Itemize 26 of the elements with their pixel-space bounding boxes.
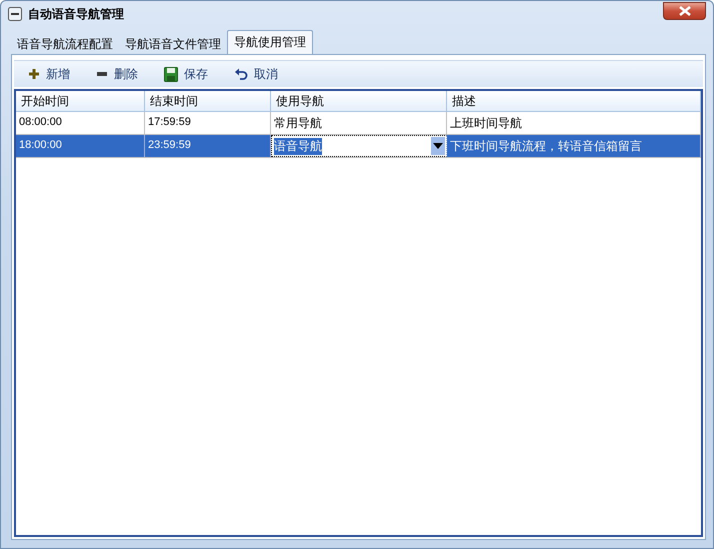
table-cell: 上班时间导航 [447,112,701,134]
save-button[interactable]: 保存 [156,63,222,85]
column-header[interactable]: 结束时间 [145,91,271,111]
table-cell: 18:00:00 [16,135,145,157]
dropdown-field[interactable]: 语音导航 [271,135,447,157]
column-header[interactable]: 开始时间 [16,91,145,111]
add-button[interactable]: 新增 [20,63,84,85]
table-cell: 08:00:00 [16,112,145,134]
undo-icon [234,68,248,80]
close-button[interactable] [663,2,706,20]
table-cell: 17:59:59 [145,112,271,134]
column-header[interactable]: 使用导航 [271,91,447,111]
table-cell: 下班时间导航流程，转语音信箱留言 [447,135,701,157]
tab[interactable]: 导航使用管理 [227,30,313,54]
cancel-button[interactable]: 取消 [226,63,292,85]
window-title: 自动语音导航管理 [28,6,125,22]
tab[interactable]: 语音导航流程配置 [11,33,119,54]
minus-icon [96,72,108,76]
close-icon [678,6,692,16]
delete-button[interactable]: 删除 [88,63,152,85]
column-header[interactable]: 描述 [447,91,701,111]
window-menu-icon[interactable] [8,7,22,21]
plus-icon [28,68,40,80]
table-cell: 常用导航 [271,112,447,134]
tab[interactable]: 导航语音文件管理 [119,33,227,54]
table-row[interactable]: 18:00:00 23:59:59 语音导航 下班时间导航流程，转语音信箱留言 [16,135,701,158]
